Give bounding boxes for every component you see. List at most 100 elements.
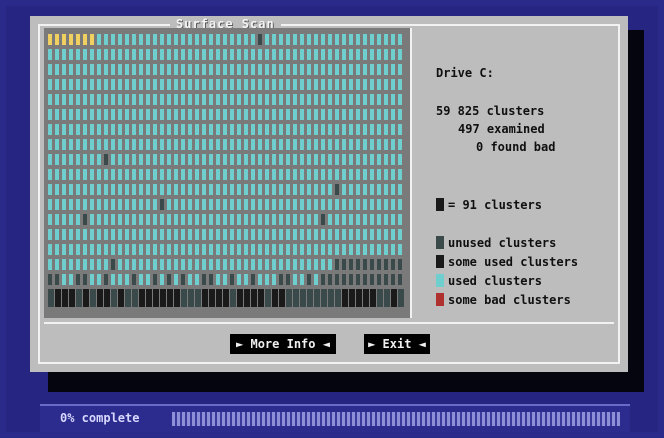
cluster-block (279, 154, 283, 165)
block-size-legend: = 91 clusters (448, 198, 542, 212)
cluster-block (48, 259, 52, 270)
cluster-block (62, 79, 66, 90)
cluster-block (370, 139, 374, 150)
cluster-block (251, 259, 255, 270)
cluster-block (139, 139, 143, 150)
cluster-block (188, 199, 192, 210)
cluster-block (55, 64, 59, 75)
cluster-block (244, 229, 248, 240)
cluster-block (188, 124, 192, 135)
cluster-block (356, 229, 360, 240)
cluster-block (384, 169, 388, 180)
cluster-block (69, 229, 73, 240)
cluster-block (139, 199, 143, 210)
cluster-block (349, 244, 353, 255)
cluster-block (174, 289, 180, 307)
cluster-block (244, 289, 250, 307)
cluster-block (209, 64, 213, 75)
cluster-block (244, 64, 248, 75)
cluster-block (237, 79, 241, 90)
cluster-block (384, 139, 388, 150)
cluster-block (342, 229, 346, 240)
cluster-block (279, 184, 283, 195)
cluster-block (328, 49, 332, 60)
cluster-block (76, 34, 80, 45)
cluster-block (377, 79, 381, 90)
cluster-block (349, 169, 353, 180)
cluster-block (97, 244, 101, 255)
cluster-block (195, 244, 199, 255)
cluster-block (181, 214, 185, 225)
cluster-block (90, 259, 94, 270)
cluster-block (370, 214, 374, 225)
cluster-block (230, 274, 234, 285)
cluster-block (216, 184, 220, 195)
cluster-block (244, 154, 248, 165)
cluster-block (272, 274, 276, 285)
cluster-block (384, 274, 388, 285)
cluster-block (76, 259, 80, 270)
cluster-block (118, 169, 122, 180)
cluster-block (111, 64, 115, 75)
cluster-block (188, 274, 192, 285)
cluster-block (286, 94, 290, 105)
cluster-block (195, 289, 201, 307)
cluster-block (314, 109, 318, 120)
cluster-block (62, 274, 66, 285)
cluster-block (153, 154, 157, 165)
cluster-block (181, 244, 185, 255)
cluster-block (272, 259, 276, 270)
cluster-block (97, 289, 103, 307)
cluster-block (97, 49, 101, 60)
cluster-block (202, 49, 206, 60)
exit-button[interactable]: ► Exit ◄ (364, 334, 430, 354)
cluster-block (174, 139, 178, 150)
cluster-block (384, 229, 388, 240)
cluster-block (328, 274, 332, 285)
cluster-block (139, 214, 143, 225)
cluster-block (146, 214, 150, 225)
cluster-block (62, 259, 66, 270)
cluster-block (202, 154, 206, 165)
cluster-block (307, 169, 311, 180)
cluster-block (237, 49, 241, 60)
cluster-block (188, 34, 192, 45)
cluster-block (230, 184, 234, 195)
cluster-block (230, 64, 234, 75)
cluster-block (216, 199, 220, 210)
cluster-block (244, 49, 248, 60)
cluster-block (265, 154, 269, 165)
cluster-block (195, 109, 199, 120)
cluster-block (62, 169, 66, 180)
cluster-block (132, 289, 138, 307)
cluster-block (272, 289, 278, 307)
cluster-block (321, 259, 325, 270)
cluster-block (174, 64, 178, 75)
cluster-block (384, 244, 388, 255)
cluster-block (230, 229, 234, 240)
cluster-block (69, 49, 73, 60)
cluster-block (321, 79, 325, 90)
cluster-block (160, 154, 164, 165)
cluster-block (272, 184, 276, 195)
cluster-block (202, 34, 206, 45)
cluster-block (167, 139, 171, 150)
cluster-block (90, 64, 94, 75)
cluster-block (188, 79, 192, 90)
more-info-button[interactable]: ► More Info ◄ (230, 334, 336, 354)
cluster-block (244, 199, 248, 210)
cluster-block (244, 244, 248, 255)
cluster-block (230, 49, 234, 60)
cluster-block (76, 184, 80, 195)
cluster-block (300, 184, 304, 195)
cluster-block (286, 139, 290, 150)
cluster-block (398, 94, 402, 105)
cluster-block (62, 244, 66, 255)
cluster-block (223, 184, 227, 195)
cluster-block (125, 154, 129, 165)
cluster-block (83, 274, 87, 285)
cluster-block (391, 259, 395, 270)
cluster-block (328, 184, 332, 195)
cluster-block (307, 124, 311, 135)
cluster-block (153, 259, 157, 270)
